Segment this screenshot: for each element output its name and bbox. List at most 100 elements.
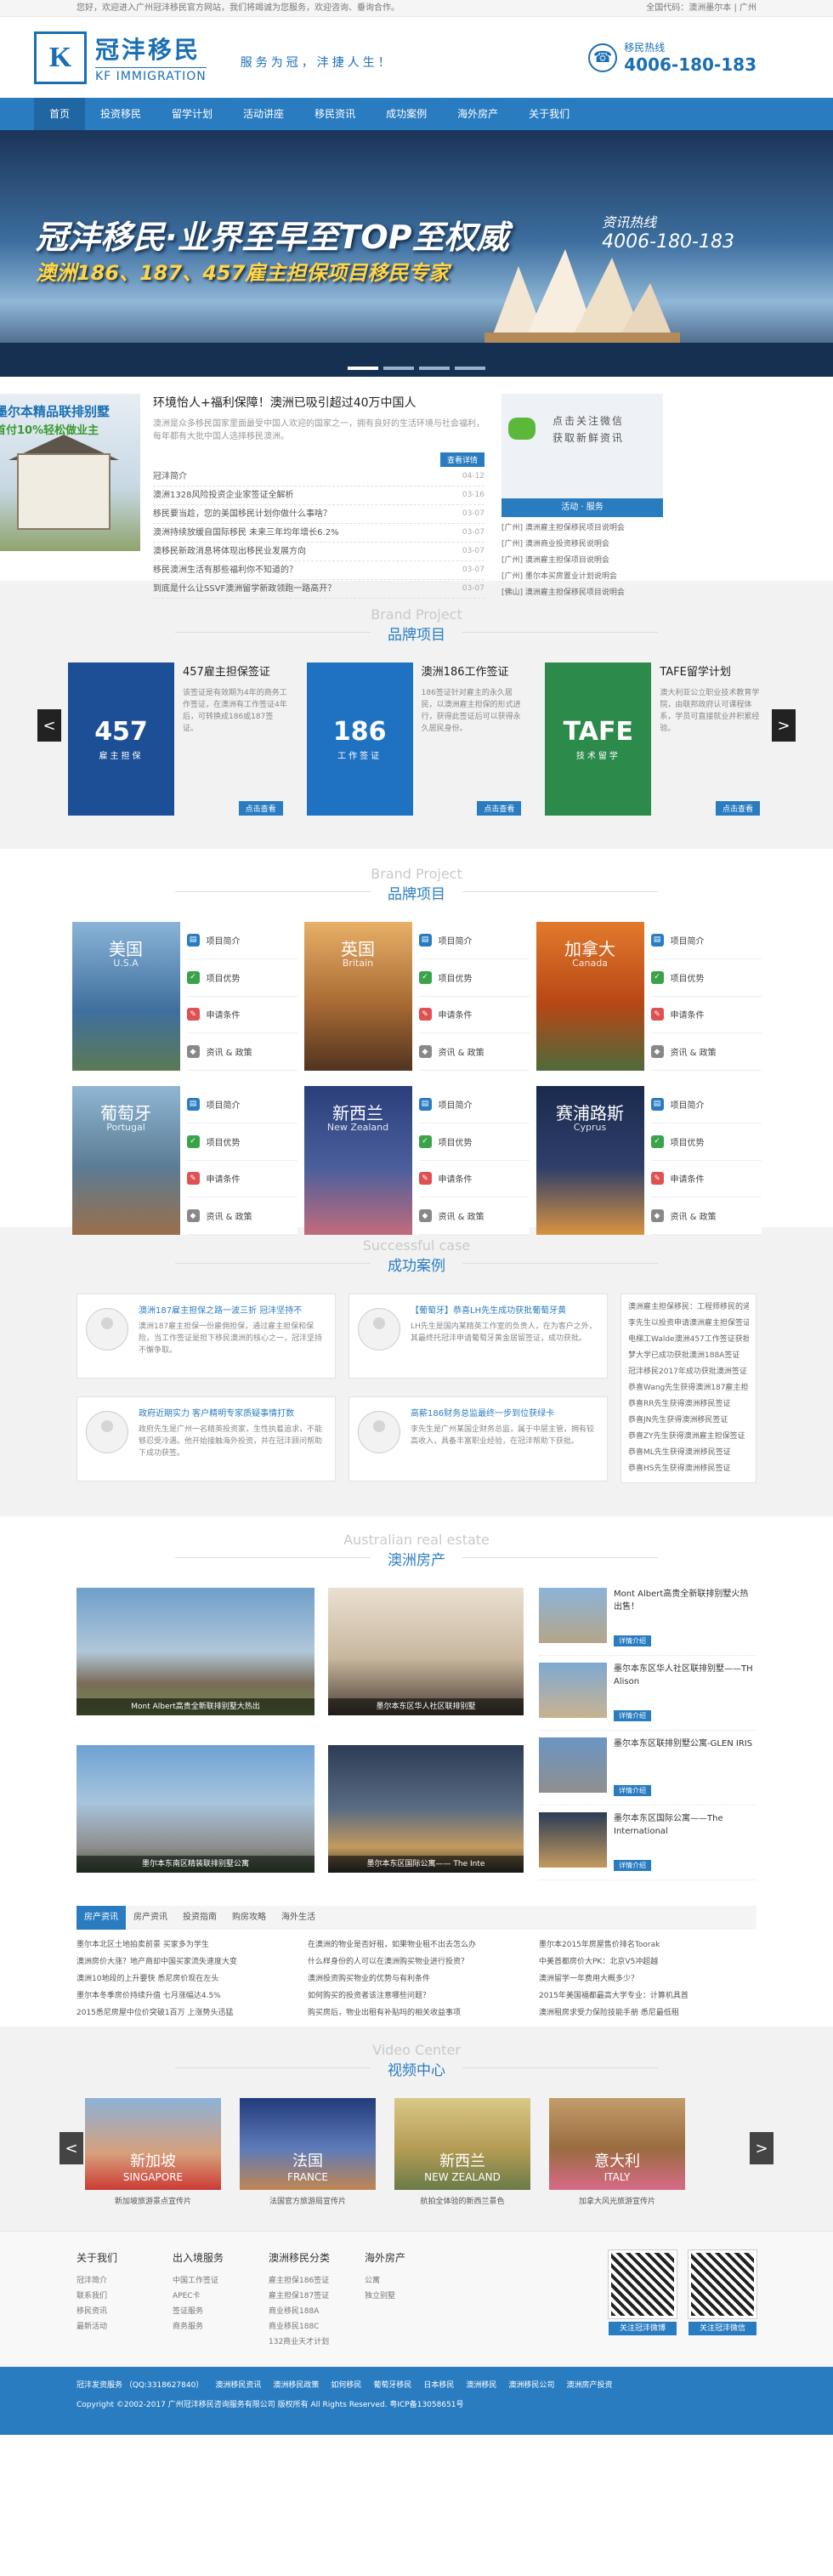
banner-dot[interactable] [455, 367, 485, 370]
news-more-button[interactable]: 查看详情 [439, 452, 484, 467]
footer-bottom-link[interactable]: 澳洲移民政策 [273, 2379, 319, 2390]
brand-card-more-button[interactable]: 点击查看 [477, 801, 522, 816]
logo[interactable]: 冠沣移民 KF IMMIGRATION [95, 31, 207, 83]
estate-news-item[interactable]: 澳洲投资购买物业的优势与有利条件 [308, 1970, 525, 1987]
estate-tab[interactable]: 房产资讯 [126, 1906, 175, 1930]
nav-events[interactable]: 活动讲座 [228, 98, 299, 130]
case-side-item[interactable]: 恭喜HS先生获得澳洲移民签证 [628, 1461, 749, 1477]
estate-news-item[interactable]: 购买房后，物业出租有补贴吗的相关收益事项 [308, 2005, 525, 2022]
news-item[interactable]: 移民澳洲生活有那些福利你不知道的？ 03-07 [153, 561, 484, 580]
footer-link[interactable]: APEC卡 [173, 2289, 269, 2304]
estate-tab[interactable]: 投资指南 [175, 1906, 224, 1930]
event-item[interactable]: [广州] 澳洲雇主担保项目说明会 [502, 553, 663, 569]
country-menu-item[interactable]: ▤ 项目简介 [418, 922, 530, 959]
case-title[interactable]: 澳洲187雇主担保之路一波三折 冠沣坚持不 [139, 1303, 326, 1316]
case-side-item[interactable]: 电梯工Walde澳洲457工作签证获批 [628, 1332, 749, 1348]
villa-ad[interactable]: 墨尔本精品联排别墅 首付10%轻松做业主 [0, 394, 140, 551]
nav-about[interactable]: 关于我们 [513, 98, 585, 130]
events-tab[interactable]: 活动 · 服务 [502, 498, 663, 517]
case-card[interactable]: 高薪186财务总监最终一步到位获绿卡 李先生是广州某国企财务总监，属于中层主管，拥… [348, 1396, 608, 1481]
country-card[interactable]: 美国 U.S.A ▤ 项目简介 ✓ 项目优势 ✎ 申请条件 ◆ 资讯 & 政策 [71, 922, 298, 1071]
case-side-item[interactable]: 恭喜Wang先生获得澳洲187雇主担保 [628, 1380, 749, 1396]
footer-bottom-link[interactable]: 澳洲移民公司 [508, 2379, 554, 2390]
event-item[interactable]: [广州] 澳洲雇主担保移民项目说明会 [502, 520, 663, 537]
banner-dot[interactable] [383, 367, 414, 370]
footer-bottom-link[interactable]: 日本移民 [423, 2379, 454, 2390]
video-card[interactable]: 新西兰 NEW ZEALAND 航拍全体验的新西兰景色 [394, 2098, 530, 2206]
footer-link[interactable]: 冠沣简介 [76, 2273, 173, 2289]
country-card[interactable]: 葡萄牙 Portugal ▤ 项目简介 ✓ 项目优势 ✎ 申请条件 ◆ 资讯 & 政策 [71, 1086, 298, 1235]
footer-bottom-link[interactable]: 澳洲房产投资 [566, 2379, 612, 2390]
estate-tab[interactable]: 房产资讯 [76, 1906, 126, 1930]
country-menu-item[interactable]: ✓ 项目优势 [418, 1123, 530, 1161]
footer-link[interactable]: 最新活动 [76, 2319, 173, 2334]
estate-news-item[interactable]: 如何购买的投资者该注意哪些问题？ [308, 1987, 525, 2005]
country-menu-item[interactable]: ▤ 项目简介 [650, 922, 762, 959]
estate-side-name[interactable]: Mont Albert高贵全新联排别墅火热出售！ [614, 1588, 756, 1613]
country-image[interactable]: 美国 U.S.A [71, 922, 180, 1071]
country-image[interactable]: 英国 Britain [303, 922, 412, 1071]
nav-investment[interactable]: 投资移民 [85, 98, 156, 130]
event-item[interactable]: [佛山] 澳洲雇主担保移民项目说明会 [502, 585, 663, 601]
estate-detail-button[interactable]: 详情介绍 [614, 1710, 651, 1721]
country-menu-item[interactable]: ✓ 项目优势 [418, 959, 530, 997]
estate-photo[interactable]: 墨尔本东区国际公寓—— The Inte [328, 1744, 524, 1873]
estate-tab[interactable]: 海外生活 [274, 1906, 323, 1930]
estate-news-item[interactable]: 2015年美国福都最高大学专业：计算机具首 [539, 1987, 756, 2005]
brand-card[interactable]: 186 工作签证 澳洲186工作签证 186签证针对雇主的永久居民，以澳洲雇主担… [306, 662, 527, 816]
news-item[interactable]: 到底是什么让SSVF澳洲留学新政领跑一路高开？ 03-07 [153, 580, 484, 599]
estate-detail-button[interactable]: 详情介绍 [614, 1635, 651, 1646]
estate-side-item[interactable]: 墨尔本东区华人社区联排别墅——TH Alison 详情介绍 [539, 1663, 756, 1731]
brand-card-more-button[interactable]: 点击查看 [238, 801, 283, 816]
footer-bottom-link[interactable]: 葡萄牙移民 [373, 2379, 411, 2390]
qr-code[interactable]: 关注冠沣微信 [688, 2249, 757, 2350]
country-menu-item[interactable]: ▤ 项目简介 [186, 1086, 298, 1123]
banner-dot[interactable] [348, 367, 378, 370]
footer-bottom-link[interactable]: 冠沣发资服务 （QQ:3318627840） [76, 2379, 203, 2390]
news-item[interactable]: 澳洲持续放缓自国际移民 未来三年均年增长6.2% 03-07 [153, 524, 484, 543]
estate-photo[interactable]: Mont Albert高贵全新联排别墅大热出 [76, 1588, 314, 1715]
country-menu-item[interactable]: ◆ 资讯 & 政策 [650, 1197, 762, 1235]
country-menu-item[interactable]: ◆ 资讯 & 政策 [418, 1033, 530, 1071]
estate-news-item[interactable]: 2015悉尼房屋中位价突破1百万 上涨势头迅猛 [76, 2005, 294, 2022]
footer-bottom-link[interactable]: 澳洲移民资讯 [215, 2379, 261, 2390]
estate-detail-button[interactable]: 详情介绍 [614, 1785, 651, 1796]
estate-side-name[interactable]: 墨尔本东区华人社区联排别墅——TH Alison [614, 1663, 756, 1688]
footer-link[interactable]: 商业移民188C [269, 2319, 365, 2334]
country-image[interactable]: 新西兰 New Zealand [303, 1086, 412, 1235]
estate-news-item[interactable]: 什么样身份的人可以在澳洲购买物业进行投资？ [308, 1953, 525, 1970]
footer-link[interactable]: 商务服务 [173, 2319, 269, 2334]
nav-home[interactable]: 首页 [34, 98, 86, 130]
estate-thumb[interactable] [539, 1737, 607, 1793]
footer-bottom-link[interactable]: 澳洲移民 [466, 2379, 496, 2390]
country-menu-item[interactable]: ✎ 申请条件 [650, 1161, 762, 1198]
case-card[interactable]: 政府近期实力 客户精明专家质疑事情打数 政府先生是广州一名精英投资家，生性执着追求… [76, 1396, 336, 1481]
nav-study[interactable]: 留学计划 [156, 98, 228, 130]
estate-tab[interactable]: 购房攻略 [224, 1906, 274, 1930]
case-side-item[interactable]: 冠沣移民2017年成功获批澳洲签证 [628, 1364, 749, 1380]
estate-news-item[interactable]: 中美首都房价大PK：北京V5冲超越 [539, 1953, 756, 1970]
carousel-next-button[interactable]: > [772, 709, 796, 742]
video-caption[interactable]: 法国官方旅游局宣传片 [240, 2195, 376, 2206]
case-side-item[interactable]: 恭喜ZY先生获得澳洲雇主担保签证 [628, 1429, 749, 1445]
estate-side-name[interactable]: 墨尔本东区联排别墅公寓-GLEN IRIS [614, 1737, 756, 1750]
nav-news[interactable]: 移民资讯 [299, 98, 371, 130]
estate-news-item[interactable]: 澳洲租房求受力保险技能手册 悉尼最低租 [539, 2005, 756, 2022]
carousel-prev-button[interactable]: < [37, 709, 61, 742]
case-side-item[interactable]: 恭喜ML先生获得澳洲移民签证 [628, 1445, 749, 1461]
footer-link[interactable]: 公寓 [365, 2273, 461, 2289]
brand-card[interactable]: 457 雇主担保 457雇主担保签证 该签证是有效期为4年的商务工作签证，在澳洲… [68, 662, 288, 816]
logo-icon[interactable]: K [34, 31, 87, 84]
country-menu-item[interactable]: ✎ 申请条件 [650, 997, 762, 1034]
case-side-item[interactable]: 恭喜RR先生获得澳洲移民签证 [628, 1396, 749, 1413]
case-title[interactable]: 政府近期实力 客户精明专家质疑事情打数 [139, 1406, 326, 1419]
estate-photo[interactable]: 墨尔本东区华人社区联排别墅 [328, 1588, 524, 1715]
brand-card[interactable]: TAFE 技术留学 TAFE留学计划 澳大利亚公立职业技术教育学院，由联邦政府认… [545, 662, 765, 816]
estate-news-item[interactable]: 澳洲房价大涨？地产商却中国买家流失速度大变 [76, 1953, 294, 1970]
footer-link[interactable]: 中国工作签证 [173, 2273, 269, 2289]
case-side-item[interactable]: 梦大学已成功获批澳洲188A签证 [628, 1348, 749, 1364]
estate-side-name[interactable]: 墨尔本东区国际公寓——The International [614, 1812, 756, 1838]
video-card[interactable]: 法国 FRANCE 法国官方旅游局宣传片 [240, 2098, 376, 2206]
estate-news-item[interactable]: 在澳洲的物业是否好租，如果物业租不出去怎么办 [308, 1936, 525, 1953]
qr-code[interactable]: 关注冠沣微博 [608, 2249, 677, 2350]
